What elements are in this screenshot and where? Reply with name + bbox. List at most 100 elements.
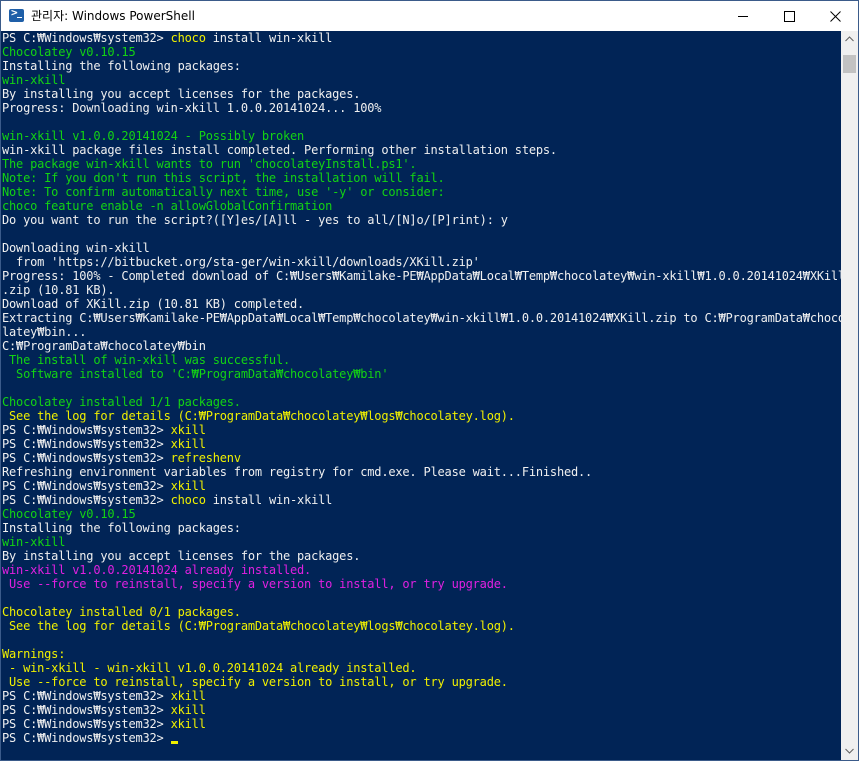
- console-line: Software installed to 'C:₩ProgramData₩ch…: [2, 367, 841, 381]
- console-line: Progress: Downloading win-xkill 1.0.0.20…: [2, 101, 841, 115]
- console-line: .zip (10.81 KB).: [2, 283, 841, 297]
- chevron-up-icon: [845, 36, 854, 42]
- console-segment: xkill: [170, 717, 206, 731]
- console-segment: Use --force to reinstall, specify a vers…: [2, 675, 508, 689]
- console-segment: Chocolatey installed 0/1 packages.: [2, 605, 241, 619]
- title-bar[interactable]: > 관리자: Windows PowerShell: [1, 1, 858, 31]
- console-line: win-xkill: [2, 535, 841, 549]
- vertical-scrollbar[interactable]: [841, 31, 858, 760]
- close-icon: [830, 11, 841, 22]
- console-line: Extracting C:₩Users₩Kamilake-PE₩AppData₩…: [2, 311, 841, 325]
- console-segment: from 'https://bitbucket.org/sta-ger/win-…: [2, 255, 480, 269]
- console-line: - win-xkill - win-xkill v1.0.0.20141024 …: [2, 661, 841, 675]
- console-line: Download of XKill.zip (10.81 KB) complet…: [2, 297, 841, 311]
- console-segment: C:₩ProgramData₩chocolatey₩bin: [2, 339, 206, 353]
- console-segment: Warnings:: [2, 647, 66, 661]
- console-segment: choco: [170, 493, 206, 507]
- console-line: Note: To confirm automatically next time…: [2, 185, 841, 199]
- scrollbar-thumb[interactable]: [843, 55, 856, 73]
- console-segment: xkill: [170, 437, 206, 451]
- console-segment: See the log for details (C:₩ProgramData₩…: [2, 409, 515, 423]
- text-cursor: [170, 741, 178, 744]
- powershell-window: > 관리자: Windows PowerShell PS C:₩Windows₩…: [0, 0, 859, 761]
- console-segment: See the log for details (C:₩ProgramData₩…: [2, 619, 515, 633]
- console-line: See the log for details (C:₩ProgramData₩…: [2, 409, 841, 423]
- console-segment: The package win-xkill wants to run 'choc…: [2, 157, 417, 171]
- console-segment: xkill: [170, 479, 206, 493]
- console-segment: win-xkill: [2, 535, 66, 549]
- console-segment: .zip (10.81 KB).: [2, 283, 115, 297]
- console-segment: Chocolatey v0.10.15: [2, 45, 136, 59]
- console-segment: PS C:₩Windows₩system32>: [2, 479, 171, 493]
- scroll-up-button[interactable]: [841, 31, 858, 48]
- console-segment: choco: [170, 31, 206, 45]
- console-segment: win-xkill package files install complete…: [2, 143, 557, 157]
- console-line: win-xkill package files install complete…: [2, 143, 841, 157]
- console-segment: Refreshing environment variables from re…: [2, 465, 593, 479]
- console-segment: install win-xkill: [205, 493, 333, 507]
- console-line: PS C:₩Windows₩system32> xkill: [2, 437, 841, 451]
- console-output[interactable]: PS C:₩Windows₩system32> choco install wi…: [1, 31, 841, 760]
- console-segment: The install of win-xkill was successful.: [2, 353, 291, 367]
- console-segment: Progress: Downloading win-xkill 1.0.0.20…: [2, 101, 382, 115]
- console-text: PS C:₩Windows₩system32> choco install wi…: [1, 31, 841, 745]
- console-segment: Installing the following packages:: [2, 59, 241, 73]
- console-line: C:₩ProgramData₩chocolatey₩bin: [2, 339, 841, 353]
- console-segment: PS C:₩Windows₩system32>: [2, 717, 171, 731]
- console-segment: PS C:₩Windows₩system32>: [2, 437, 171, 451]
- console-line: See the log for details (C:₩ProgramData₩…: [2, 619, 841, 633]
- console-line: Downloading win-xkill: [2, 241, 841, 255]
- console-line: Refreshing environment variables from re…: [2, 465, 841, 479]
- console-line: PS C:₩Windows₩system32> choco install wi…: [2, 31, 841, 45]
- console-segment: Progress: 100% - Completed download of C…: [2, 269, 841, 283]
- minimize-button[interactable]: [720, 1, 766, 31]
- console-line: Installing the following packages:: [2, 521, 841, 535]
- console-segment: By installing you accept licenses for th…: [2, 87, 361, 101]
- console-line: PS C:₩Windows₩system32> refreshenv: [2, 451, 841, 465]
- console-segment: Software installed to 'C:₩ProgramData₩ch…: [2, 367, 389, 381]
- console-line: PS C:₩Windows₩system32> xkill: [2, 423, 841, 437]
- console-segment: win-xkill v1.0.0.20141024 - Possibly bro…: [2, 129, 305, 143]
- console-segment: Use --force to reinstall, specify a vers…: [2, 577, 508, 591]
- console-segment: install win-xkill: [205, 31, 333, 45]
- console-line: Use --force to reinstall, specify a vers…: [2, 577, 841, 591]
- console-line: The package win-xkill wants to run 'choc…: [2, 157, 841, 171]
- scroll-down-button[interactable]: [841, 743, 858, 760]
- close-button[interactable]: [812, 1, 858, 31]
- console-line: Progress: 100% - Completed download of C…: [2, 269, 841, 283]
- console-line: PS C:₩Windows₩system32> xkill: [2, 479, 841, 493]
- maximize-button[interactable]: [766, 1, 812, 31]
- console-segment: Download of XKill.zip (10.81 KB) complet…: [2, 297, 305, 311]
- console-segment: Chocolatey v0.10.15: [2, 507, 136, 521]
- console-segment: Installing the following packages:: [2, 521, 241, 535]
- console-segment: Note: If you don't run this script, the …: [2, 171, 445, 185]
- powershell-icon: >: [9, 6, 24, 22]
- console-line: Chocolatey installed 1/1 packages.: [2, 395, 841, 409]
- console-line: PS C:₩Windows₩system32> xkill: [2, 717, 841, 731]
- console-line: choco feature enable -n allowGlobalConfi…: [2, 199, 841, 213]
- console-segment: Downloading win-xkill: [2, 241, 150, 255]
- console-segment: PS C:₩Windows₩system32>: [2, 451, 171, 465]
- console-segment: - win-xkill - win-xkill v1.0.0.20141024 …: [2, 661, 417, 675]
- console-segment: PS C:₩Windows₩system32>: [2, 423, 171, 437]
- console-segment: xkill: [170, 423, 206, 437]
- console-line: Chocolatey v0.10.15: [2, 45, 841, 59]
- window-title: 관리자: Windows PowerShell: [31, 9, 195, 23]
- console-line: win-xkill: [2, 73, 841, 87]
- console-line: latey₩bin...: [2, 325, 841, 339]
- console-line: PS C:₩Windows₩system32> xkill: [2, 703, 841, 717]
- console-line: PS C:₩Windows₩system32> xkill: [2, 689, 841, 703]
- console-segment: Do you want to run the script?([Y]es/[A]…: [2, 213, 508, 227]
- console-line: Warnings:: [2, 647, 841, 661]
- console-segment: xkill: [170, 703, 206, 717]
- minimize-icon: [738, 16, 748, 17]
- console-line: PS C:₩Windows₩system32> choco install wi…: [2, 493, 841, 507]
- maximize-icon: [784, 11, 795, 22]
- console-segment: win-xkill: [2, 73, 66, 87]
- console-line: Installing the following packages:: [2, 59, 841, 73]
